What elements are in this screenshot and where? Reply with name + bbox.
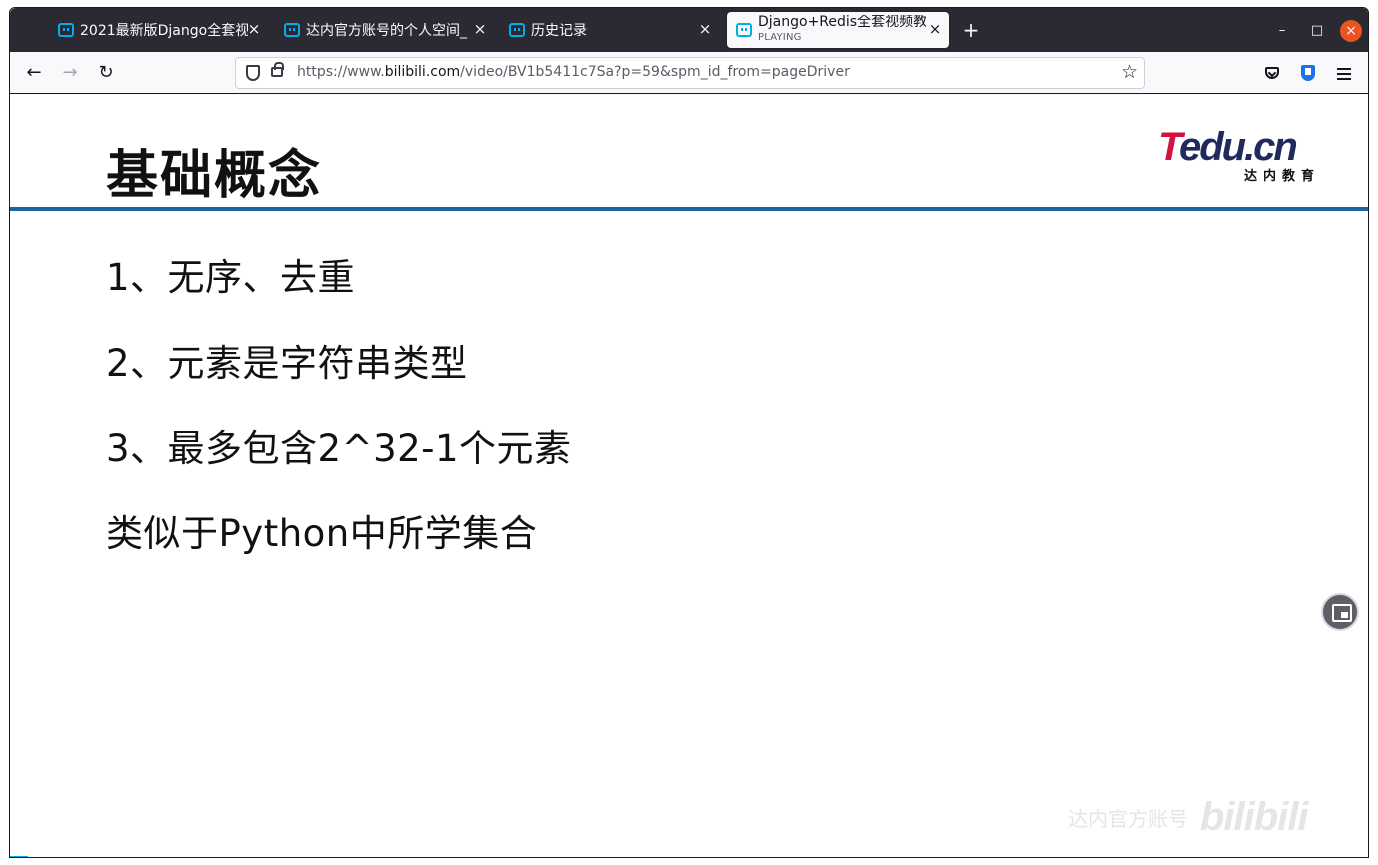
pocket-button[interactable] [1260,61,1284,85]
url-prefix: https://www. [297,64,385,80]
watermark-account: 达内官方账号 [1068,807,1188,831]
bilibili-tab-icon [509,23,525,37]
tedu-logo-brand: Tedu.cn [1158,125,1298,169]
back-button[interactable]: ← [22,61,46,85]
tab-title: Django+Redis全套视频教 [758,15,926,30]
minimize-button[interactable]: – [1270,19,1294,43]
tab-tedu-space[interactable]: 达内官方账号的个人空间_ × [284,12,494,48]
slide-point-4: 类似于Python中所学集合 [106,512,538,555]
bilibili-tab-icon [736,23,752,37]
slide-title: 基础概念 [106,146,323,206]
tab-strip: 2021最新版Django全套视 × 达内官方账号的个人空间_ × 历史记录 ×… [10,8,1368,52]
slide-divider [10,207,1368,211]
video-progress-bar[interactable] [10,856,28,857]
bilibili-watermark: 达内官方账号 bilibili [1068,795,1309,840]
tedu-logo-subtitle: 达内教育 [1243,169,1320,184]
slide-point-3: 3、最多包含2^32-1个元素 [106,427,572,470]
pocket-icon [1265,67,1279,79]
address-bar[interactable]: https://www.bilibili.com/video/BV1b5411c… [235,57,1145,89]
picture-in-picture-icon[interactable] [1321,593,1359,631]
star-icon[interactable]: ☆ [1121,61,1138,83]
tab-close-icon[interactable]: × [927,21,943,37]
slide-point-2: 2、元素是字符串类型 [106,342,468,385]
tedu-logo: Tedu.cn 达内教育 [1158,125,1320,184]
watermark-logo: bilibili [1200,795,1309,839]
lock-icon[interactable] [271,62,284,77]
slide-point-1: 1、无序、去重 [106,256,356,299]
menu-button[interactable] [1332,61,1356,85]
video-player[interactable]: 基础概念 Tedu.cn 达内教育 1、无序、去重 2、元素是字符串类型 3、最… [10,95,1368,857]
tab-title: 历史记录 [531,23,587,39]
shield-icon[interactable] [246,65,260,81]
bilibili-tab-icon [284,23,300,37]
tab-history[interactable]: 历史记录 × [509,12,719,48]
tab-close-icon[interactable]: × [697,21,713,37]
tab-close-icon[interactable]: × [472,21,488,37]
maximize-button[interactable]: □ [1305,19,1329,43]
tab-title-group: Django+Redis全套视频教 PLAYING [758,15,926,45]
menu-icon [1337,68,1351,80]
url-path: /video/BV1b5411c7Sa?p=59&spm_id_from=pag… [460,64,850,80]
url-domain: bilibili.com [384,64,461,80]
tab-close-icon[interactable]: × [246,21,262,37]
navigation-toolbar: ← → ↻ https://www.bilibili.com/video/BV1… [10,52,1368,94]
tab-django-redis-active[interactable]: Django+Redis全套视频教 PLAYING × [727,12,949,48]
close-window-button[interactable]: × [1340,20,1362,42]
bilibili-tab-icon [58,23,74,37]
tab-django-course[interactable]: 2021最新版Django全套视 × [58,12,268,48]
tab-title: 2021最新版Django全套视 [80,23,248,39]
tab-title: 达内官方账号的个人空间_ [306,23,467,39]
extension-button[interactable] [1296,61,1320,85]
browser-window: 2021最新版Django全套视 × 达内官方账号的个人空间_ × 历史记录 ×… [9,7,1369,858]
extension-icon [1301,65,1315,81]
url-text[interactable]: https://www.bilibili.com/video/BV1b5411c… [297,64,850,80]
new-tab-button[interactable]: + [960,20,982,42]
tab-playing-label: PLAYING [758,32,802,43]
forward-button[interactable]: → [58,61,82,85]
reload-button[interactable]: ↻ [94,61,118,85]
